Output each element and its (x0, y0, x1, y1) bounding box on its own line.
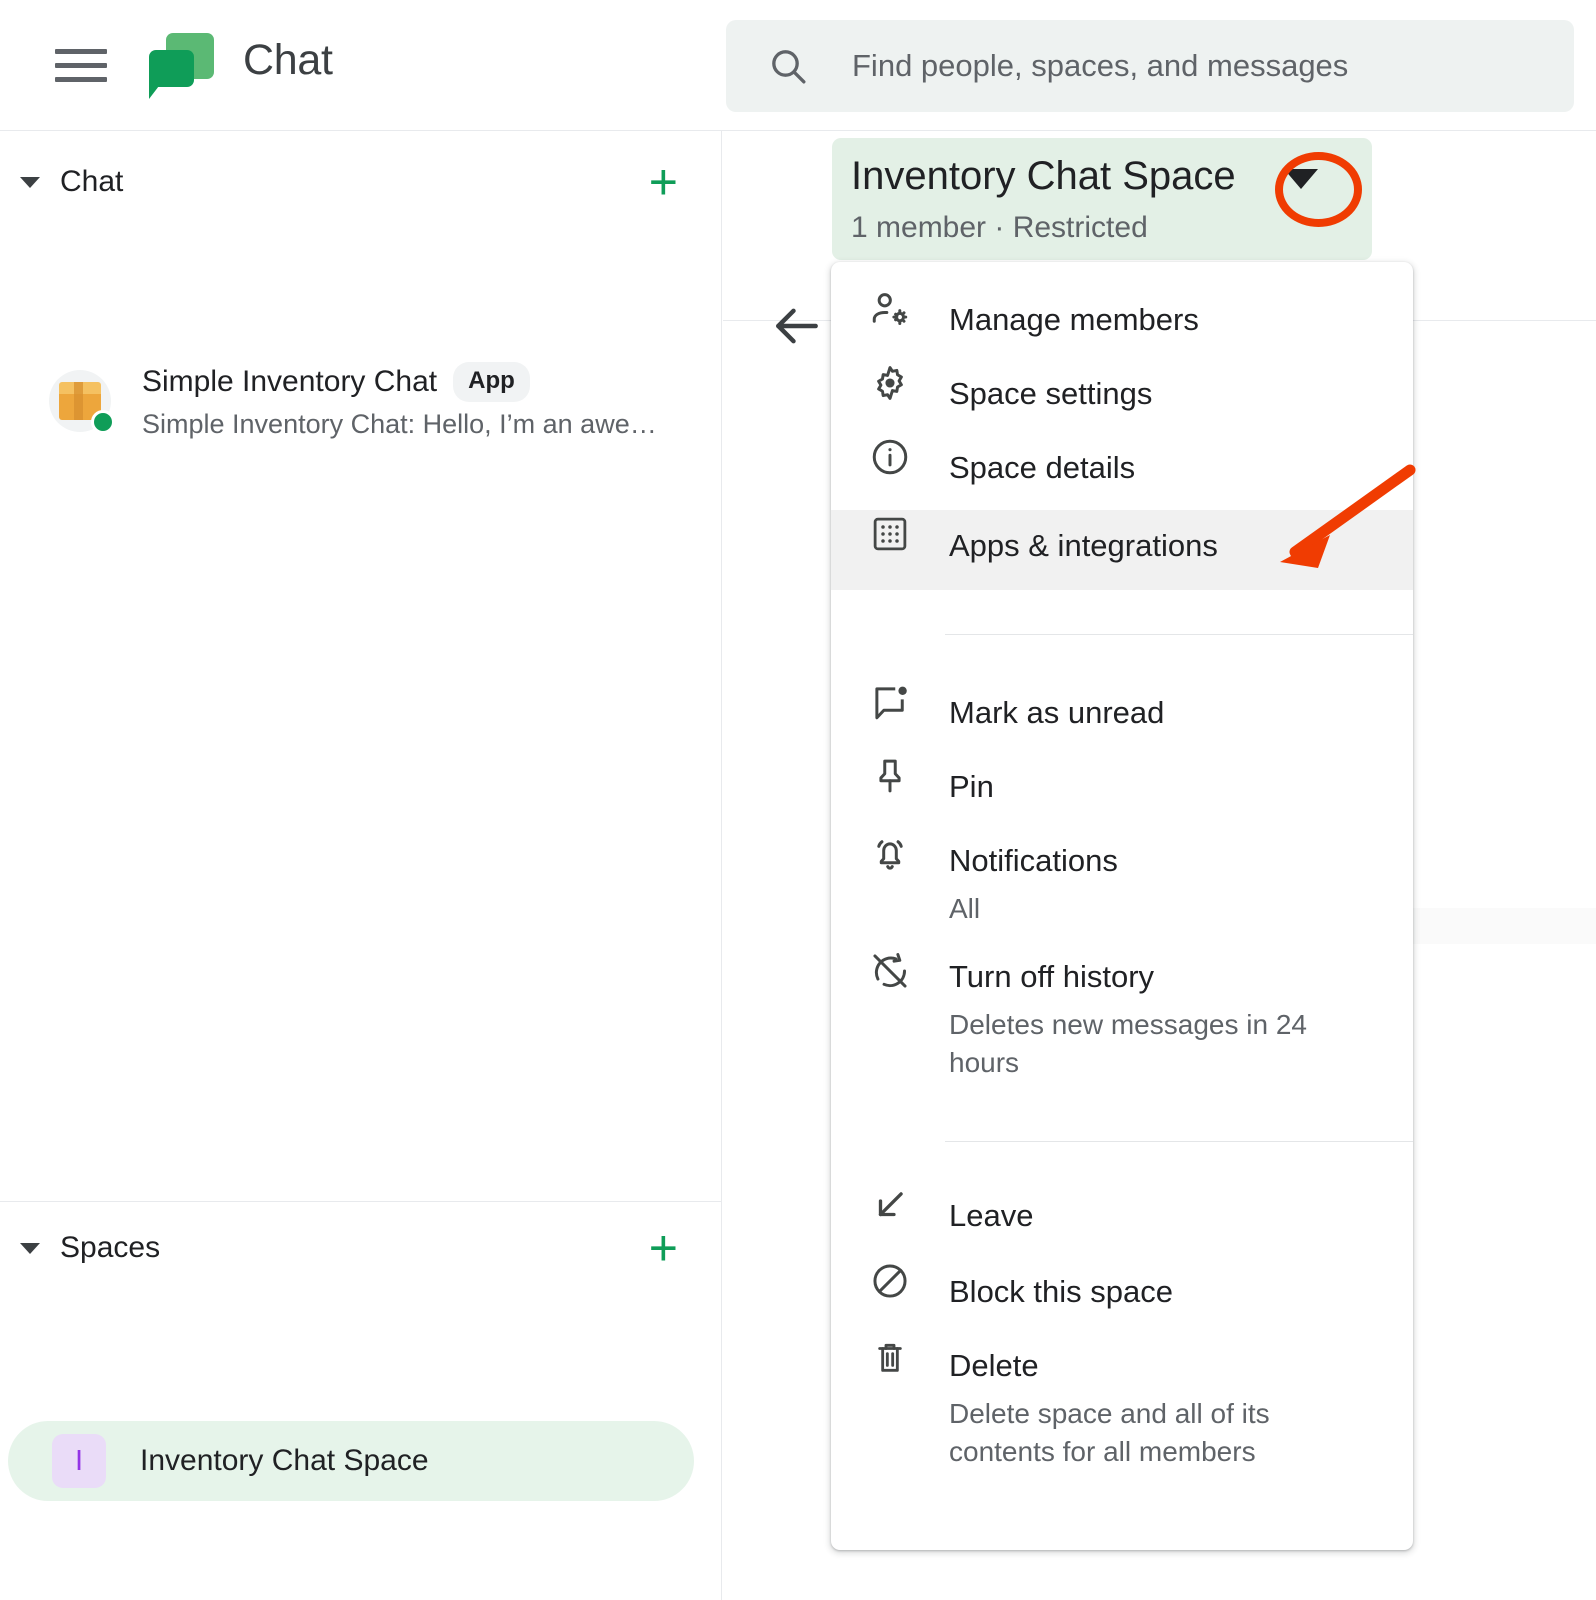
menu-item-label: Space settings (949, 378, 1152, 411)
triangle-down-icon[interactable] (1284, 169, 1318, 189)
menu-divider (945, 634, 1413, 635)
list-item-simple-inventory-chat[interactable]: Simple Inventory Chat App Simple Invento… (0, 353, 722, 449)
space-header-subtitle: 1 member · Restricted (851, 211, 1148, 245)
menu-item-label: Apps & integrations (949, 530, 1218, 563)
arrow-down-left-icon (867, 1186, 913, 1224)
chat-bubble-dot-icon (867, 681, 913, 723)
chevron-down-icon[interactable] (18, 1236, 42, 1260)
menu-item-label: Pin (949, 771, 994, 804)
menu-item-label: Space details (949, 452, 1135, 485)
menu-item-apps-and-integrations[interactable]: Apps & integrations (831, 510, 1413, 590)
apps-grid-icon (867, 513, 913, 555)
menu-item-leave[interactable]: Leave (831, 1186, 1413, 1260)
pin-icon (867, 755, 913, 797)
menu-item-notifications[interactable]: Notifications All (831, 829, 1413, 927)
hamburger-icon[interactable] (55, 40, 107, 90)
avatar (49, 370, 111, 432)
history-off-icon (867, 950, 913, 992)
menu-item-manage-members[interactable]: Manage members (831, 288, 1413, 362)
new-space-plus-icon[interactable]: + (649, 1223, 678, 1273)
menu-item-label: Block this space (949, 1276, 1173, 1309)
menu-item-label: Turn off history (949, 961, 1349, 994)
search-input[interactable]: Find people, spaces, and messages (726, 20, 1574, 112)
menu-item-sublabel: All (949, 890, 1118, 928)
bell-icon (867, 833, 913, 875)
online-status-dot (91, 410, 115, 434)
chevron-down-icon[interactable] (18, 170, 42, 194)
menu-item-space-details[interactable]: Space details (831, 436, 1413, 510)
sidebar-divider (0, 1201, 722, 1202)
menu-item-mark-as-unread[interactable]: Mark as unread (831, 681, 1413, 755)
trash-icon (867, 1338, 913, 1378)
menu-item-turn-off-history[interactable]: Turn off history Deletes new messages in… (831, 945, 1413, 1081)
arrow-left-icon[interactable] (769, 298, 825, 354)
search-placeholder: Find people, spaces, and messages (852, 48, 1348, 84)
app-title: Chat (243, 36, 333, 85)
space-header-button[interactable]: Inventory Chat Space 1 member · Restrict… (832, 138, 1372, 260)
sidebar: Chat + Simple Inventory Chat App Simple … (0, 131, 722, 1600)
menu-item-label: Notifications (949, 845, 1118, 878)
menu-item-label: Leave (949, 1200, 1033, 1233)
menu-item-sublabel: Deletes new messages in 24 hours (949, 1006, 1349, 1082)
content-placeholder (1400, 908, 1596, 944)
space-avatar: I (52, 1434, 106, 1488)
menu-item-space-settings[interactable]: Space settings (831, 362, 1413, 436)
gear-icon (867, 362, 913, 404)
app-badge: App (453, 362, 530, 402)
menu-item-block-this-space[interactable]: Block this space (831, 1260, 1413, 1334)
menu-item-pin[interactable]: Pin (831, 755, 1413, 829)
menu-item-label: Manage members (949, 304, 1199, 337)
menu-item-sublabel: Delete space and all of its contents for… (949, 1395, 1349, 1471)
top-bar: Chat Find people, spaces, and messages (0, 0, 1596, 131)
menu-item-label: Delete (949, 1350, 1349, 1383)
info-circle-icon (867, 436, 913, 478)
sidebar-section-chat: Chat + (0, 145, 722, 219)
block-circle-icon (867, 1260, 913, 1302)
sidebar-section-chat-label: Chat (60, 165, 123, 199)
list-item-title: Simple Inventory Chat (142, 365, 437, 399)
menu-item-label: Mark as unread (949, 697, 1164, 730)
google-chat-logo (146, 29, 218, 101)
menu-item-delete[interactable]: Delete Delete space and all of its conte… (831, 1334, 1413, 1470)
person-settings-icon (867, 288, 913, 330)
google-chat-window: Chat Find people, spaces, and messages C… (0, 0, 1596, 1600)
list-item-text: Simple Inventory Chat App Simple Invento… (142, 362, 657, 440)
sidebar-section-spaces-label: Spaces (60, 1231, 160, 1265)
sidebar-item-label: Inventory Chat Space (140, 1444, 429, 1478)
list-item-snippet: Simple Inventory Chat: Hello, I’m an awe… (142, 409, 657, 440)
sidebar-section-spaces: Spaces + (0, 1211, 722, 1285)
search-icon (768, 46, 808, 86)
menu-divider (945, 1141, 1413, 1142)
sidebar-item-inventory-chat-space[interactable]: I Inventory Chat Space (8, 1421, 694, 1501)
new-chat-plus-icon[interactable]: + (649, 157, 678, 207)
space-options-menu: Manage members Space settings (831, 262, 1413, 1550)
page-title: Inventory Chat Space (851, 154, 1236, 199)
